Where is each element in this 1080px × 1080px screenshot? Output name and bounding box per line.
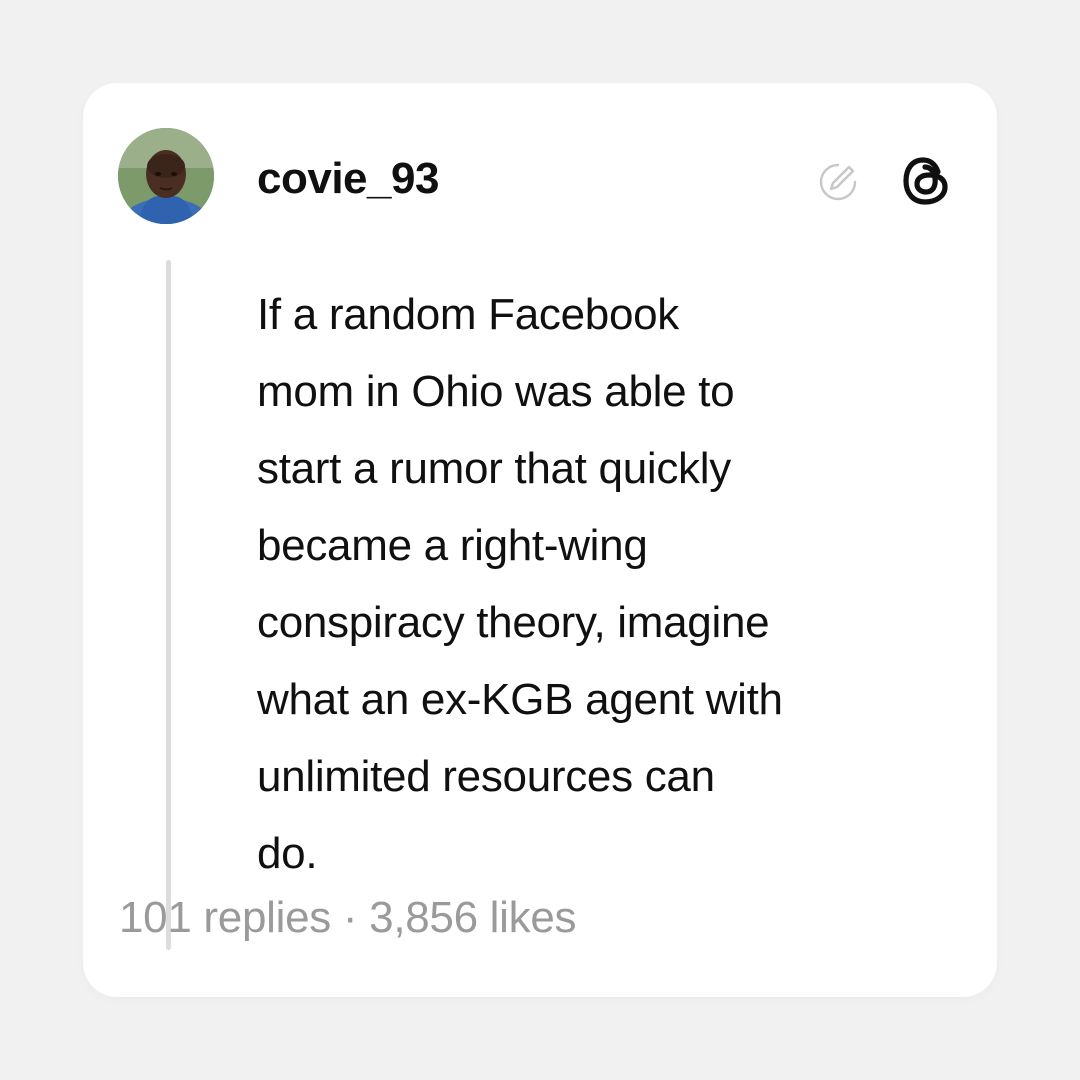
avatar[interactable]	[118, 128, 214, 224]
post-text-line: what an ex-KGB agent with	[257, 675, 783, 724]
thread-line	[166, 260, 171, 950]
post-text-line: mom in Ohio was able to	[257, 367, 735, 416]
edited-icon	[819, 163, 857, 201]
post-text-line: unlimited resources can	[257, 752, 715, 801]
post-text-line: became a right-wing	[257, 521, 648, 570]
post-text-line: conspiracy theory, imagine	[257, 598, 770, 647]
post-text-line: If a random Facebook	[257, 290, 680, 339]
post-stats[interactable]: 101 replies · 3,856 likes	[119, 883, 577, 953]
threads-logo-icon[interactable]	[898, 152, 956, 210]
post-text-line: do.	[257, 829, 318, 878]
username[interactable]: covie_93	[257, 153, 439, 205]
page: covie_93 If a random Facebook mom in Ohi…	[0, 0, 1080, 1080]
post-text-line: start a rumor that quickly	[257, 444, 731, 493]
post-text: If a random Facebook mom in Ohio was abl…	[257, 276, 977, 892]
avatar-photo-icon	[118, 128, 214, 224]
post-card: covie_93 If a random Facebook mom in Ohi…	[83, 83, 997, 997]
